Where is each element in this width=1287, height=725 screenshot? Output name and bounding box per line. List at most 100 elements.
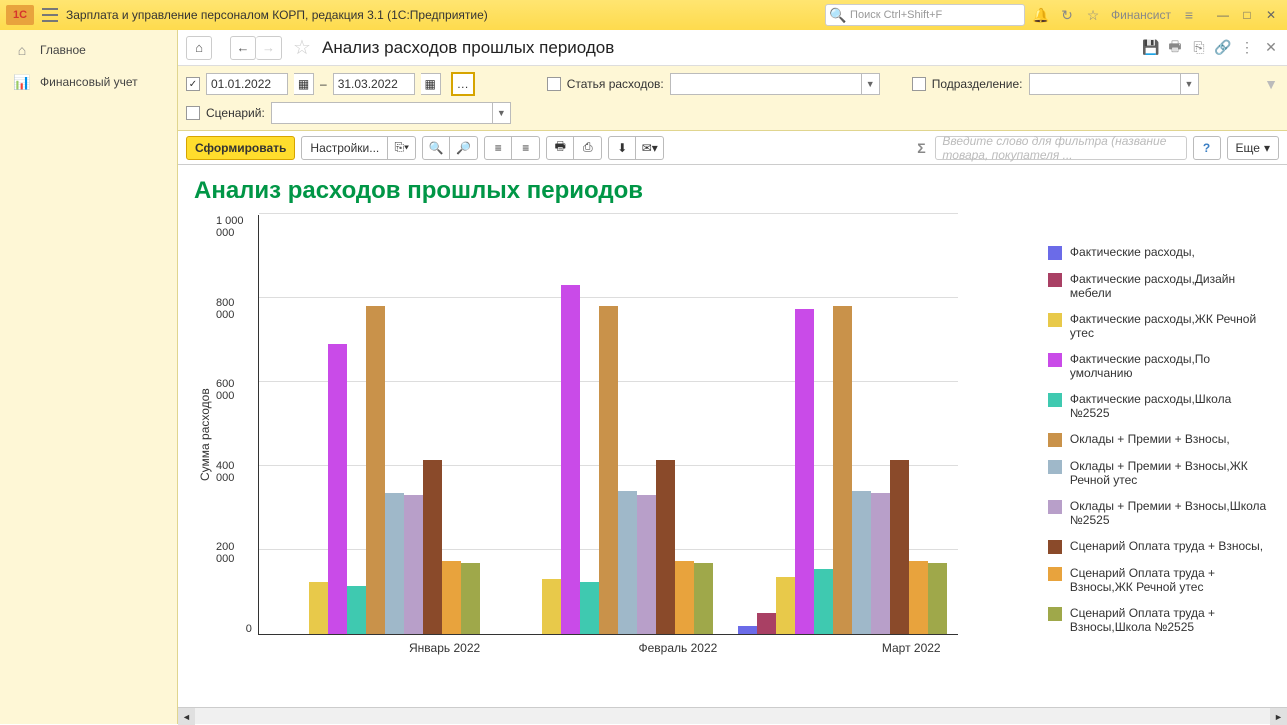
bar [871, 493, 890, 634]
horizontal-scrollbar[interactable]: ◄ ► [178, 707, 1287, 724]
period-select-button[interactable]: … [451, 72, 475, 96]
expand-button[interactable]: ≡ [484, 136, 512, 160]
close-page-icon[interactable]: ✕ [1263, 40, 1279, 56]
sidebar-item-finance[interactable]: 📊 Финансовый учет [0, 66, 177, 98]
legend-item: Фактические расходы,ЖК Речной утес [1048, 312, 1271, 340]
filter-icon[interactable]: ▼ [1263, 76, 1279, 92]
favorite-star-icon[interactable]: ☆ [294, 40, 310, 56]
save-icon[interactable]: 💾 [1143, 40, 1159, 56]
more-icon[interactable]: ⋮ [1239, 40, 1255, 56]
global-search-input[interactable]: 🔍 Поиск Ctrl+Shift+F [825, 4, 1025, 26]
bar [309, 582, 328, 635]
date-from-picker-icon[interactable]: ▦ [294, 73, 314, 95]
minimize-button[interactable]: — [1213, 5, 1233, 25]
x-label: Февраль 2022 [561, 635, 794, 655]
x-label: Январь 2022 [328, 635, 561, 655]
chevron-down-icon[interactable]: ▼ [1180, 74, 1198, 94]
legend-swatch [1048, 433, 1062, 447]
close-button[interactable]: ✕ [1261, 5, 1281, 25]
legend-swatch [1048, 353, 1062, 367]
history-icon[interactable]: ↻ [1059, 7, 1075, 23]
department-combo[interactable]: ▼ [1029, 73, 1199, 95]
bar [542, 579, 561, 634]
more-button[interactable]: Еще ▾ [1227, 136, 1279, 160]
legend-swatch [1048, 273, 1062, 287]
date-to-picker-icon[interactable]: ▦ [421, 73, 441, 95]
bar [928, 563, 947, 634]
settings-icon[interactable]: ≡ [1181, 7, 1197, 23]
report-filter-input[interactable]: Введите слово для фильтра (название това… [935, 136, 1186, 160]
department-label: Подразделение: [932, 77, 1023, 91]
search-icon: 🔍 [830, 7, 846, 23]
bar [814, 569, 833, 634]
help-button[interactable]: ? [1193, 136, 1221, 160]
legend-label: Сценарий Оплата труда + Взносы,ЖК Речной… [1070, 566, 1271, 594]
copy-icon[interactable]: ⎘ [1191, 40, 1207, 56]
expense-item-combo[interactable]: ▼ [670, 73, 880, 95]
legend-label: Фактические расходы,ЖК Речной утес [1070, 312, 1271, 340]
legend-item: Фактические расходы, [1048, 245, 1271, 260]
legend-item: Оклады + Премии + Взносы,Школа №2525 [1048, 499, 1271, 527]
print-icon[interactable]: 🖶 [1167, 40, 1183, 56]
legend-swatch [1048, 540, 1062, 554]
legend-label: Фактические расходы,Школа №2525 [1070, 392, 1271, 420]
chevron-down-icon[interactable]: ▼ [492, 103, 510, 123]
bar [385, 493, 404, 634]
scroll-left-icon[interactable]: ◄ [178, 708, 195, 725]
print-button[interactable]: 🖶 [546, 136, 574, 160]
generate-button[interactable]: Сформировать [186, 136, 295, 160]
date-filter-checkbox[interactable]: ✓ [186, 77, 200, 91]
collapse-button[interactable]: ≡ [512, 136, 540, 160]
bar [909, 561, 928, 635]
expense-item-checkbox[interactable] [547, 77, 561, 91]
search-placeholder: Поиск Ctrl+Shift+F [850, 9, 942, 21]
zoom-out-button[interactable]: 🔎 [450, 136, 478, 160]
sidebar: ⌂ Главное 📊 Финансовый учет [0, 30, 178, 724]
maximize-button[interactable]: □ [1237, 5, 1257, 25]
scenario-checkbox[interactable] [186, 106, 200, 120]
scenario-combo[interactable]: ▼ [271, 102, 511, 124]
save-report-button[interactable]: ⬇ [608, 136, 636, 160]
star-icon[interactable]: ☆ [1085, 7, 1101, 23]
legend-label: Фактические расходы,По умолчанию [1070, 352, 1271, 380]
legend-swatch [1048, 393, 1062, 407]
chart: Сумма расходов 1 000 000800 000600 00040… [194, 215, 1271, 655]
date-to-input[interactable]: 31.03.2022 [333, 73, 415, 95]
scroll-right-icon[interactable]: ► [1270, 708, 1287, 725]
forward-button[interactable]: → [256, 36, 282, 60]
legend-item: Сценарий Оплата труда + Взносы,Школа №25… [1048, 606, 1271, 634]
print-preview-button[interactable]: ⎙ [574, 136, 602, 160]
email-button[interactable]: ✉▾ [636, 136, 664, 160]
department-checkbox[interactable] [912, 77, 926, 91]
legend-item: Фактические расходы,По умолчанию [1048, 352, 1271, 380]
user-label[interactable]: Финансист [1111, 8, 1171, 22]
link-icon[interactable]: 🔗 [1215, 40, 1231, 56]
bell-icon[interactable]: 🔔 [1033, 7, 1049, 23]
y-axis-label: Сумма расходов [194, 215, 216, 655]
sum-icon[interactable]: Σ [913, 140, 929, 156]
zoom-in-button[interactable]: 🔍 [422, 136, 450, 160]
legend-item: Сценарий Оплата труда + Взносы,ЖК Речной… [1048, 566, 1271, 594]
settings-button[interactable]: Настройки... [301, 136, 388, 160]
date-from-input[interactable]: 01.01.2022 [206, 73, 288, 95]
legend-label: Фактические расходы, [1070, 245, 1195, 259]
bar [852, 491, 871, 634]
main-menu-icon[interactable] [42, 8, 58, 22]
app-logo: 1C [6, 5, 34, 25]
sidebar-item-label: Финансовый учет [40, 75, 138, 89]
plot-area [258, 215, 958, 635]
chevron-down-icon[interactable]: ▼ [861, 74, 879, 94]
sidebar-item-main[interactable]: ⌂ Главное [0, 34, 177, 66]
legend-swatch [1048, 246, 1062, 260]
legend-item: Сценарий Оплата труда + Взносы, [1048, 539, 1271, 554]
legend-item: Оклады + Премии + Взносы, [1048, 432, 1271, 447]
bar [618, 491, 637, 634]
back-button[interactable]: ← [230, 36, 256, 60]
legend-swatch [1048, 500, 1062, 514]
home-button[interactable]: ⌂ [186, 36, 212, 60]
bar [404, 495, 423, 634]
bar [890, 460, 909, 634]
settings-dropdown-button[interactable]: ⎘▾ [388, 136, 416, 160]
legend-label: Сценарий Оплата труда + Взносы,Школа №25… [1070, 606, 1271, 634]
chart-legend: Фактические расходы, Фактические расходы,… [1048, 215, 1271, 655]
